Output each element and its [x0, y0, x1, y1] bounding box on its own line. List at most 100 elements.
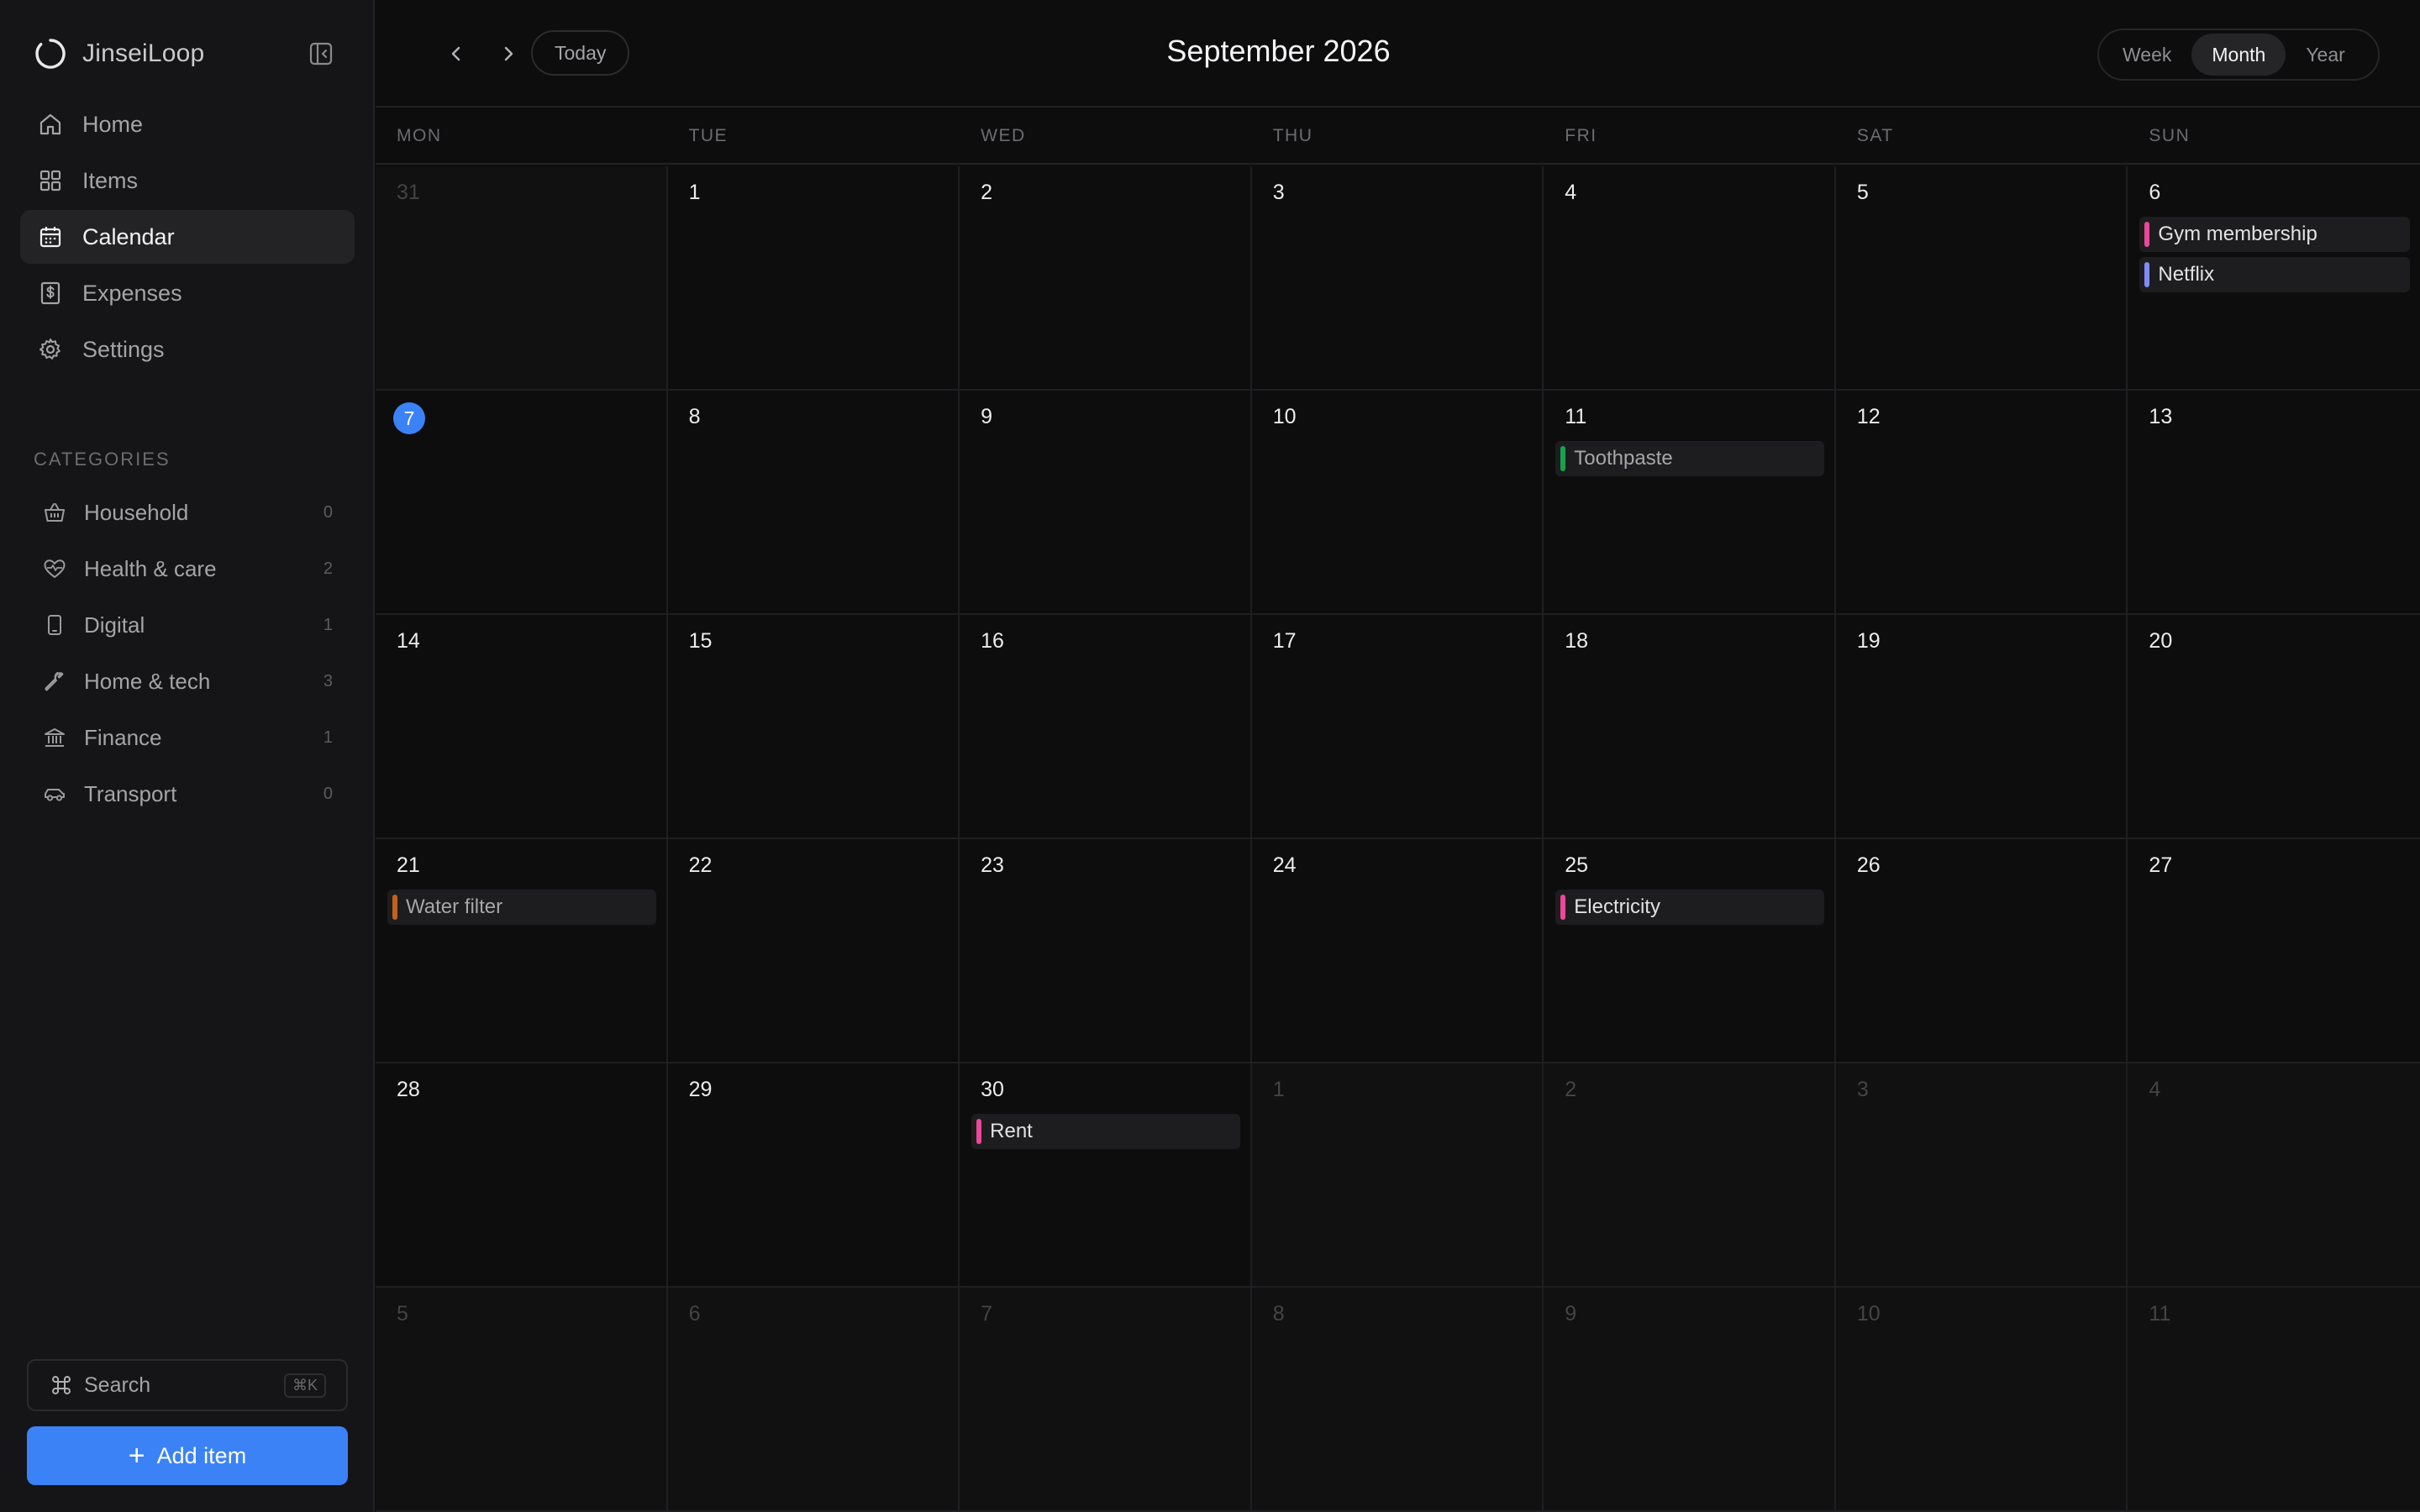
view-week-button[interactable]: Week: [2102, 34, 2191, 76]
today-day-number: 7: [393, 402, 425, 434]
day-cell-outside-month[interactable]: 8: [1251, 1288, 1544, 1512]
day-number: 16: [981, 629, 1004, 653]
brand[interactable]: JinseiLoop: [34, 34, 204, 74]
page-title: September 2026: [1166, 34, 1391, 68]
day-number: 26: [1856, 853, 1881, 877]
day-cell[interactable]: 25 Electricity: [1544, 839, 1836, 1063]
day-number: 22: [688, 853, 713, 877]
weekday-header: MON TUE WED THU FRI SAT SUN: [376, 109, 2420, 165]
calendar-event[interactable]: Rent: [971, 1114, 1240, 1149]
calendar-event[interactable]: Gym membership: [2139, 217, 2410, 252]
nav-item-home[interactable]: Home: [20, 97, 355, 151]
day-cell-outside-month[interactable]: 1: [1251, 1063, 1544, 1288]
view-month-button[interactable]: Month: [2191, 34, 2286, 76]
day-cell-outside-month[interactable]: 2: [1544, 1063, 1836, 1288]
day-cell[interactable]: 10: [1251, 391, 1544, 615]
day-number: 21: [397, 853, 420, 877]
day-cell-outside-month[interactable]: 6: [667, 1288, 960, 1512]
category-count: 0: [323, 784, 333, 803]
day-cell[interactable]: 23: [960, 839, 1252, 1063]
day-cell[interactable]: 29: [667, 1063, 960, 1288]
day-cell-outside-month[interactable]: 7: [960, 1288, 1252, 1512]
day-cell[interactable]: 19: [1835, 615, 2128, 839]
day-number: 3: [1272, 181, 1285, 204]
category-label: Home & tech: [84, 668, 211, 694]
day-cell[interactable]: 2: [960, 166, 1252, 391]
day-cell-outside-month[interactable]: 10: [1835, 1288, 2128, 1512]
day-number: 24: [1272, 853, 1297, 877]
home-icon: [37, 111, 64, 138]
calendar-event[interactable]: Netflix: [2139, 257, 2410, 292]
day-number: 23: [981, 853, 1004, 877]
day-cell[interactable]: 4: [1544, 166, 1836, 391]
nav-item-label: Home: [82, 111, 144, 137]
day-cell-outside-month[interactable]: 31: [376, 166, 668, 391]
nav-item-items[interactable]: Items: [20, 154, 355, 207]
day-cell[interactable]: 1: [667, 166, 960, 391]
day-cell-outside-month[interactable]: 9: [1544, 1288, 1836, 1512]
day-cell[interactable]: 21 Water filter: [376, 839, 668, 1063]
day-number: 1: [688, 181, 701, 204]
day-cell[interactable]: 14: [376, 615, 668, 839]
dollar-icon: [37, 280, 64, 307]
weekday-label: FRI: [1565, 126, 1597, 145]
day-number: 20: [2149, 629, 2173, 653]
day-cell[interactable]: 7: [376, 391, 668, 615]
nav-item-calendar[interactable]: Calendar: [20, 210, 355, 264]
calendar-event[interactable]: Electricity: [1555, 890, 1824, 925]
app-name: JinseiLoop: [82, 39, 205, 67]
day-cell[interactable]: 30 Rent: [960, 1063, 1252, 1288]
car-icon: [42, 781, 67, 806]
category-home-tech[interactable]: Home & tech 3: [20, 654, 355, 708]
day-cell[interactable]: 3: [1251, 166, 1544, 391]
category-health-care[interactable]: Health & care 2: [20, 542, 355, 596]
calendar-event[interactable]: Water filter: [387, 890, 656, 925]
category-label: Finance: [84, 724, 162, 750]
day-cell[interactable]: 28: [376, 1063, 668, 1288]
weekday-label: WED: [981, 126, 1026, 145]
day-cell[interactable]: 26: [1835, 839, 2128, 1063]
day-cell-outside-month[interactable]: 5: [376, 1288, 668, 1512]
day-cell[interactable]: 18: [1544, 615, 1836, 839]
day-cell[interactable]: 24: [1251, 839, 1544, 1063]
weekday-label: TUE: [688, 126, 729, 145]
category-digital[interactable]: Digital 1: [20, 598, 355, 652]
nav-item-settings[interactable]: Settings: [20, 323, 355, 376]
collapse-sidebar-button[interactable]: [306, 39, 336, 69]
day-cell[interactable]: 13: [2128, 391, 2420, 615]
wrench-icon: [42, 669, 67, 694]
calendar-toolbar: Today September 2026 Week Month Year: [376, 0, 2420, 108]
day-cell[interactable]: 22: [667, 839, 960, 1063]
event-color-bar: [392, 895, 397, 920]
day-cell[interactable]: 17: [1251, 615, 1544, 839]
day-cell[interactable]: 20: [2128, 615, 2420, 839]
basket-icon: [42, 500, 67, 525]
category-household[interactable]: Household 0: [20, 486, 355, 539]
day-cell[interactable]: 16: [960, 615, 1252, 839]
search-input[interactable]: Search ⌘K: [27, 1359, 348, 1411]
day-cell[interactable]: 15: [667, 615, 960, 839]
day-cell[interactable]: 11 Toothpaste: [1544, 391, 1836, 615]
add-item-button[interactable]: + Add item: [27, 1426, 348, 1485]
day-number: 9: [1565, 1302, 1577, 1326]
view-year-button[interactable]: Year: [2286, 34, 2365, 76]
day-cell-outside-month[interactable]: 3: [1835, 1063, 2128, 1288]
day-cell-outside-month[interactable]: 11: [2128, 1288, 2420, 1512]
command-icon: [50, 1374, 72, 1396]
event-color-bar: [2144, 222, 2150, 247]
category-transport[interactable]: Transport 0: [20, 767, 355, 821]
day-cell[interactable]: 8: [667, 391, 960, 615]
day-cell[interactable]: 12: [1835, 391, 2128, 615]
day-number: 11: [1565, 405, 1587, 428]
day-number: 10: [1272, 405, 1297, 428]
day-cell[interactable]: 27: [2128, 839, 2420, 1063]
day-cell[interactable]: 5: [1835, 166, 2128, 391]
day-number: 5: [1856, 181, 1869, 204]
day-cell-outside-month[interactable]: 4: [2128, 1063, 2420, 1288]
category-finance[interactable]: Finance 1: [20, 711, 355, 764]
day-cell[interactable]: 6 Gym membership Netflix: [2128, 166, 2420, 391]
nav-item-expenses[interactable]: Expenses: [20, 266, 355, 320]
month-grid: 31 1 2 3 4 5 6 Gym membership Netflix 7 8 9 10 11 Toot…: [376, 166, 2420, 1512]
day-cell[interactable]: 9: [960, 391, 1252, 615]
calendar-event[interactable]: Toothpaste: [1555, 441, 1824, 476]
